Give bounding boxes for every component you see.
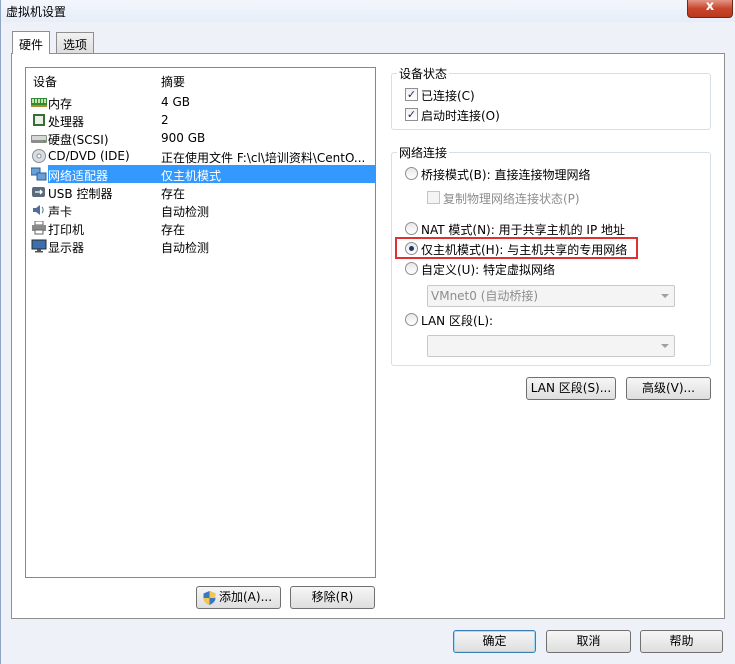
device-summary: 正在使用文件 F:\cl\培训资料\CentO... [161,151,366,165]
lan-segment-select[interactable] [427,335,675,357]
device-row-network-adapter[interactable]: 网络适配器 仅主机模式 [26,165,375,183]
shield-icon [203,591,216,605]
column-header-summary[interactable]: 摘要 [161,73,185,90]
vm-settings-window: 虚拟机设置 x 硬件 选项 设备 摘要 内存 4 GB 处理器 2 硬盘(SCS… [0,0,735,664]
window-title: 虚拟机设置 [6,5,67,19]
device-name: 声卡 [48,205,73,219]
device-summary: 存在 [161,187,186,201]
device-name: 显示器 [48,241,85,255]
device-summary: 自动检测 [161,205,210,219]
lan-segment-radio[interactable] [405,313,418,326]
device-summary: 存在 [161,223,186,237]
chevron-down-icon [661,344,669,348]
column-header-device[interactable]: 设备 [33,73,57,90]
device-row-cdrom[interactable]: CD/DVD (IDE) 正在使用文件 F:\cl\培训资料\CentO... [26,147,375,165]
lan-segments-button[interactable]: LAN 区段(S)... [526,377,616,400]
connect-at-power-on-label[interactable]: 启动时连接(O) [421,107,500,124]
device-row-usb[interactable]: USB 控制器 存在 [26,183,375,201]
device-status-title: 设备状态 [397,65,450,82]
device-list-header: 设备 摘要 [26,68,375,90]
device-name: 硬盘(SCSI) [48,133,109,147]
advanced-button[interactable]: 高级(V)... [626,377,711,400]
device-name: 处理器 [48,115,85,129]
cancel-button[interactable]: 取消 [546,630,631,653]
connected-label[interactable]: 已连接(C) [421,87,475,104]
harddisk-icon [31,135,47,143]
tab-hardware-label: 硬件 [19,38,44,52]
replicate-state-checkbox[interactable] [427,191,440,204]
device-summary: 900 GB [161,131,206,145]
nat-radio[interactable] [405,222,418,235]
device-row-processor[interactable]: 处理器 2 [26,111,375,129]
device-list[interactable]: 设备 摘要 内存 4 GB 处理器 2 硬盘(SCSI) 900 GB CD/D… [25,67,376,578]
replicate-state-label[interactable]: 复制物理网络连接状态(P) [443,190,580,207]
connect-at-power-on-checkbox[interactable]: ✓ [405,108,418,121]
custom-network-select-value: VMnet0 (自动桥接) [431,289,539,303]
sound-icon [33,205,44,215]
device-name: CD/DVD (IDE) [48,149,130,163]
tab-options[interactable]: 选项 [56,32,95,54]
tab-hardware[interactable]: 硬件 [12,31,51,54]
nat-label[interactable]: NAT 模式(N): 用于共享主机的 IP 地址 [421,221,625,238]
add-device-button-label: 添加(A)... [219,590,273,604]
device-name: 内存 [48,97,73,111]
help-button[interactable]: 帮助 [640,630,723,653]
device-row-harddisk[interactable]: 硬盘(SCSI) 900 GB [26,129,375,147]
device-summary: 仅主机模式 [161,169,222,183]
network-connection-title: 网络连接 [397,144,450,161]
device-summary: 4 GB [161,95,190,109]
printer-icon [32,221,46,235]
custom-label[interactable]: 自定义(U): 特定虚拟网络 [421,261,555,278]
connected-checkbox[interactable]: ✓ [405,88,418,101]
add-device-button[interactable]: 添加(A)... [196,586,281,609]
host-only-label[interactable]: 仅主机模式(H): 与主机共享的专用网络 [421,241,627,258]
device-summary: 2 [161,113,169,127]
usb-icon [32,187,45,197]
device-row-memory[interactable]: 内存 4 GB [26,93,375,111]
close-button[interactable]: x [687,0,733,18]
cpu-icon [33,114,45,126]
tab-options-label: 选项 [63,38,88,52]
device-name: 网络适配器 [48,169,109,183]
device-summary: 自动检测 [161,241,210,255]
bridged-label[interactable]: 桥接模式(B): 直接连接物理网络 [421,166,590,183]
device-name: 打印机 [48,223,85,237]
bridged-radio[interactable] [405,167,418,180]
device-row-display[interactable]: 显示器 自动检测 [26,237,375,255]
cdrom-icon [32,149,46,163]
lan-segment-label[interactable]: LAN 区段(L): [421,312,493,329]
memory-icon [31,98,47,107]
remove-device-button[interactable]: 移除(R) [290,586,375,609]
host-only-radio[interactable] [405,242,418,255]
device-row-printer[interactable]: 打印机 存在 [26,219,375,237]
display-icon [31,239,47,253]
device-row-sound[interactable]: 声卡 自动检测 [26,201,375,219]
title-bar[interactable]: 虚拟机设置 x [1,0,735,22]
chevron-down-icon [661,294,669,298]
ok-button[interactable]: 确定 [453,630,536,653]
network-connection-group [391,152,711,366]
network-adapter-icon [31,167,47,181]
device-name: USB 控制器 [48,187,113,201]
custom-network-select[interactable]: VMnet0 (自动桥接) [427,285,675,307]
custom-radio[interactable] [405,262,418,275]
tab-bar: 硬件 选项 [1,31,735,54]
